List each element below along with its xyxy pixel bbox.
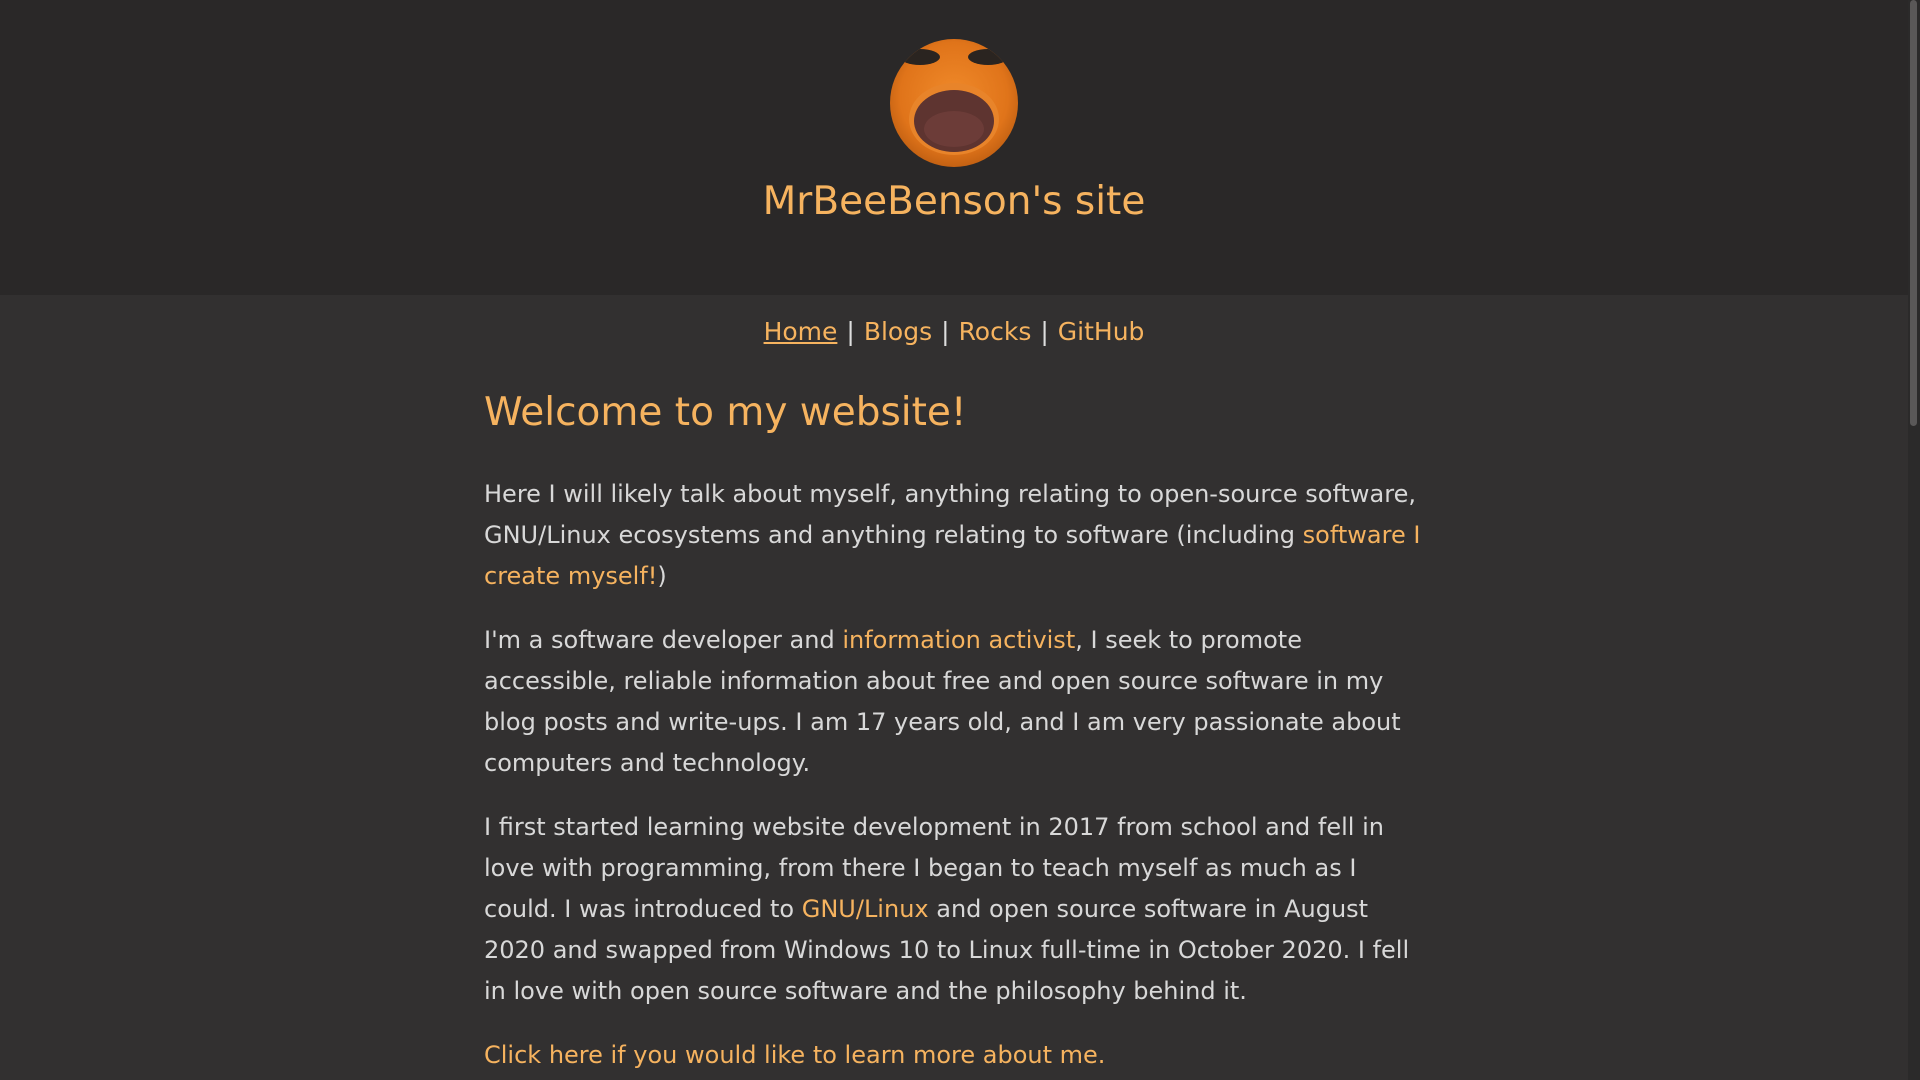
learn-more-paragraph: Click here if you would like to learn mo… <box>484 1035 1424 1076</box>
main-content: Welcome to my website! Here I will likel… <box>484 386 1424 1080</box>
bee-face-avatar-icon <box>890 39 1018 167</box>
learn-more-link[interactable]: Click here if you would like to learn mo… <box>484 1041 1105 1069</box>
gnu-linux-link[interactable]: GNU/Linux <box>802 895 929 923</box>
main-nav: Home | Blogs | Rocks | GitHub <box>0 312 1908 352</box>
about-paragraph: I'm a software developer and information… <box>484 620 1424 784</box>
nav-item-blogs[interactable]: Blogs <box>864 317 932 346</box>
history-paragraph: I first started learning website develop… <box>484 807 1424 1012</box>
avatar[interactable] <box>890 39 1018 167</box>
site-title[interactable]: MrBeeBenson's site <box>0 172 1908 232</box>
about-text: I'm a software developer and <box>484 626 843 654</box>
nav-separator: | <box>941 317 950 346</box>
nav-item-home[interactable]: Home <box>764 317 838 346</box>
nav-separator: | <box>1040 317 1049 346</box>
site-header: MrBeeBenson's site <box>0 0 1908 295</box>
page-heading: Welcome to my website! <box>484 390 967 435</box>
page: MrBeeBenson's site Home | Blogs | Rocks | GitH… <box>0 0 1920 1080</box>
nav-item-rocks[interactable]: Rocks <box>959 317 1032 346</box>
intro-text-end: ) <box>657 562 667 590</box>
intro-text: Here I will likely talk about myself, an… <box>484 480 1416 549</box>
nav-separator: | <box>846 317 855 346</box>
nav-item-github[interactable]: GitHub <box>1058 317 1145 346</box>
information-activist-link[interactable]: information activist <box>842 626 1075 654</box>
vertical-scrollbar[interactable] <box>1908 0 1920 1080</box>
scrollbar-thumb[interactable] <box>1910 0 1917 426</box>
intro-paragraph: Here I will likely talk about myself, an… <box>484 474 1424 597</box>
